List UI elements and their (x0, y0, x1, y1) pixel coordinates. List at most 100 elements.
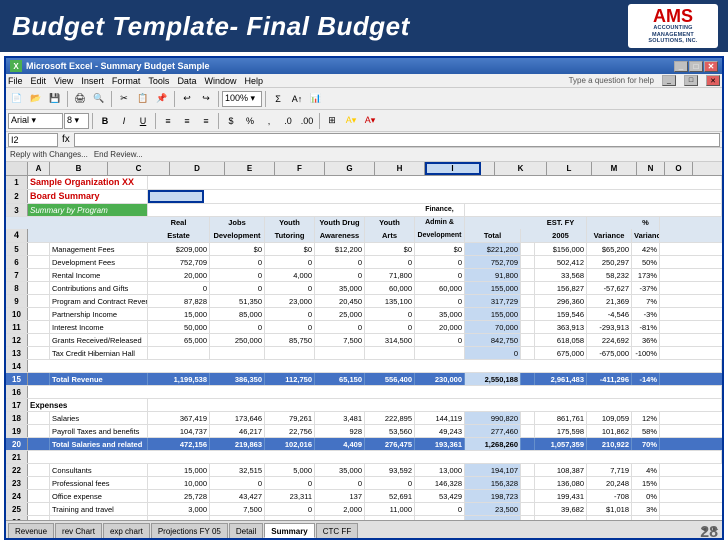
align-left-button[interactable]: ≡ (159, 112, 177, 130)
cell-g9[interactable]: 135,100 (365, 295, 415, 307)
cell-d25[interactable]: 7,500 (210, 503, 265, 515)
cut-button[interactable]: ✂ (115, 90, 133, 108)
cell-g5[interactable]: $0 (365, 243, 415, 255)
minimize-button[interactable]: _ (674, 61, 688, 72)
cell-f7[interactable]: 0 (315, 269, 365, 281)
cell-label-19[interactable]: Payroll Taxes and benefits (50, 425, 148, 437)
cell-m20[interactable]: 70% (632, 438, 660, 450)
cell-l11[interactable]: -293,913 (587, 321, 632, 333)
currency-button[interactable]: $ (222, 112, 240, 130)
cell-l23[interactable]: 20,248 (587, 477, 632, 489)
cell-l25[interactable]: $1,018 (587, 503, 632, 515)
cell-k7[interactable]: 33,568 (535, 269, 587, 281)
cell-i10[interactable]: 155,000 (465, 308, 521, 320)
cell-f15[interactable]: 65,150 (315, 373, 365, 385)
cell-c25[interactable]: 3,000 (148, 503, 210, 515)
cell-k8[interactable]: 156,827 (535, 282, 587, 294)
cell-l5[interactable]: $65,200 (587, 243, 632, 255)
cell-g11[interactable]: 0 (365, 321, 415, 333)
cell-e15[interactable]: 112,750 (265, 373, 315, 385)
cell-d6[interactable]: 0 (210, 256, 265, 268)
fill-color-button[interactable]: A▾ (342, 112, 360, 130)
cell-k5[interactable]: $156,000 (535, 243, 587, 255)
cell-c6[interactable]: 752,709 (148, 256, 210, 268)
cell-m10[interactable]: -3% (632, 308, 660, 320)
cell-g19[interactable]: 53,560 (365, 425, 415, 437)
col-o[interactable]: O (665, 162, 693, 175)
end-review[interactable]: End Review... (94, 150, 143, 159)
tab-exp-chart[interactable]: exp chart (103, 523, 150, 538)
cell-g18[interactable]: 222,895 (365, 412, 415, 424)
cell-h8[interactable]: 60,000 (415, 282, 465, 294)
sort-asc-button[interactable]: A↑ (288, 90, 306, 108)
cell-g8[interactable]: 60,000 (365, 282, 415, 294)
new-button[interactable]: 📄 (8, 90, 26, 108)
col-l[interactable]: L (547, 162, 592, 175)
tab-detail[interactable]: Detail (229, 523, 263, 538)
cell-k12[interactable]: 618,058 (535, 334, 587, 346)
cell-c10[interactable]: 15,000 (148, 308, 210, 320)
cell-d19[interactable]: 46,217 (210, 425, 265, 437)
cell-e20[interactable]: 102,016 (265, 438, 315, 450)
cell-h13[interactable] (415, 347, 465, 359)
paste-button[interactable]: 📌 (153, 90, 171, 108)
cell-h7[interactable]: 0 (415, 269, 465, 281)
cell-i12[interactable]: 842,750 (465, 334, 521, 346)
cell-label-22[interactable]: Consultants (50, 464, 148, 476)
open-button[interactable]: 📂 (27, 90, 45, 108)
cell-h23[interactable]: 146,328 (415, 477, 465, 489)
col-j[interactable] (481, 162, 495, 175)
cell-k6[interactable]: 502,412 (535, 256, 587, 268)
cell-k11[interactable]: 363,913 (535, 321, 587, 333)
cell-l10[interactable]: -4,546 (587, 308, 632, 320)
cell-d9[interactable]: 51,350 (210, 295, 265, 307)
sigma-button[interactable]: Σ (269, 90, 287, 108)
menu-file[interactable]: File (8, 76, 23, 86)
cell-f13[interactable] (315, 347, 365, 359)
tab-projections[interactable]: Projections FY 05 (151, 523, 228, 538)
cell-c7[interactable]: 20,000 (148, 269, 210, 281)
cell-g10[interactable]: 0 (365, 308, 415, 320)
cell-c11[interactable]: 50,000 (148, 321, 210, 333)
cell-e18[interactable]: 79,261 (265, 412, 315, 424)
cell-f24[interactable]: 137 (315, 490, 365, 502)
cell-l13[interactable]: -675,000 (587, 347, 632, 359)
cell-e7[interactable]: 4,000 (265, 269, 315, 281)
cell-g23[interactable]: 0 (365, 477, 415, 489)
cell-d18[interactable]: 173,646 (210, 412, 265, 424)
cell-g20[interactable]: 276,475 (365, 438, 415, 450)
cell-d12[interactable]: 250,000 (210, 334, 265, 346)
cell-e25[interactable]: 0 (265, 503, 315, 515)
cell-k10[interactable]: 159,546 (535, 308, 587, 320)
cell-i9[interactable]: 317,729 (465, 295, 521, 307)
cell-f22[interactable]: 35,000 (315, 464, 365, 476)
menu-view[interactable]: View (54, 76, 73, 86)
cell-label-7[interactable]: Rental Income (50, 269, 148, 281)
cell-l24[interactable]: -708 (587, 490, 632, 502)
window-controls[interactable]: _ □ ✕ (674, 61, 718, 72)
cell-label-20[interactable]: Total Salaries and related (50, 438, 148, 450)
cell-f8[interactable]: 35,000 (315, 282, 365, 294)
cell-g25[interactable]: 11,000 (365, 503, 415, 515)
menu-insert[interactable]: Insert (81, 76, 104, 86)
cell-l12[interactable]: 224,692 (587, 334, 632, 346)
borders-button[interactable]: ⊞ (323, 112, 341, 130)
cell-l8[interactable]: -57,627 (587, 282, 632, 294)
cell-l7[interactable]: 58,232 (587, 269, 632, 281)
undo-button[interactable]: ↩ (178, 90, 196, 108)
menu-data[interactable]: Data (177, 76, 196, 86)
print-preview-button[interactable]: 🔍 (90, 90, 108, 108)
cell-i2[interactable] (148, 190, 204, 203)
cell-k18[interactable]: 861,761 (535, 412, 587, 424)
cell-i24[interactable]: 198,723 (465, 490, 521, 502)
cell-m13[interactable]: -100% (632, 347, 660, 359)
cell-m12[interactable]: 36% (632, 334, 660, 346)
window-close2[interactable]: ✕ (706, 75, 720, 86)
cell-f23[interactable]: 0 (315, 477, 365, 489)
cell-i6[interactable]: 752,709 (465, 256, 521, 268)
cell-c20[interactable]: 472,156 (148, 438, 210, 450)
cell-k19[interactable]: 175,598 (535, 425, 587, 437)
cell-i22[interactable]: 194,107 (465, 464, 521, 476)
cell-m15[interactable]: -14% (632, 373, 660, 385)
cell-label-12[interactable]: Grants Received/Released (50, 334, 148, 346)
